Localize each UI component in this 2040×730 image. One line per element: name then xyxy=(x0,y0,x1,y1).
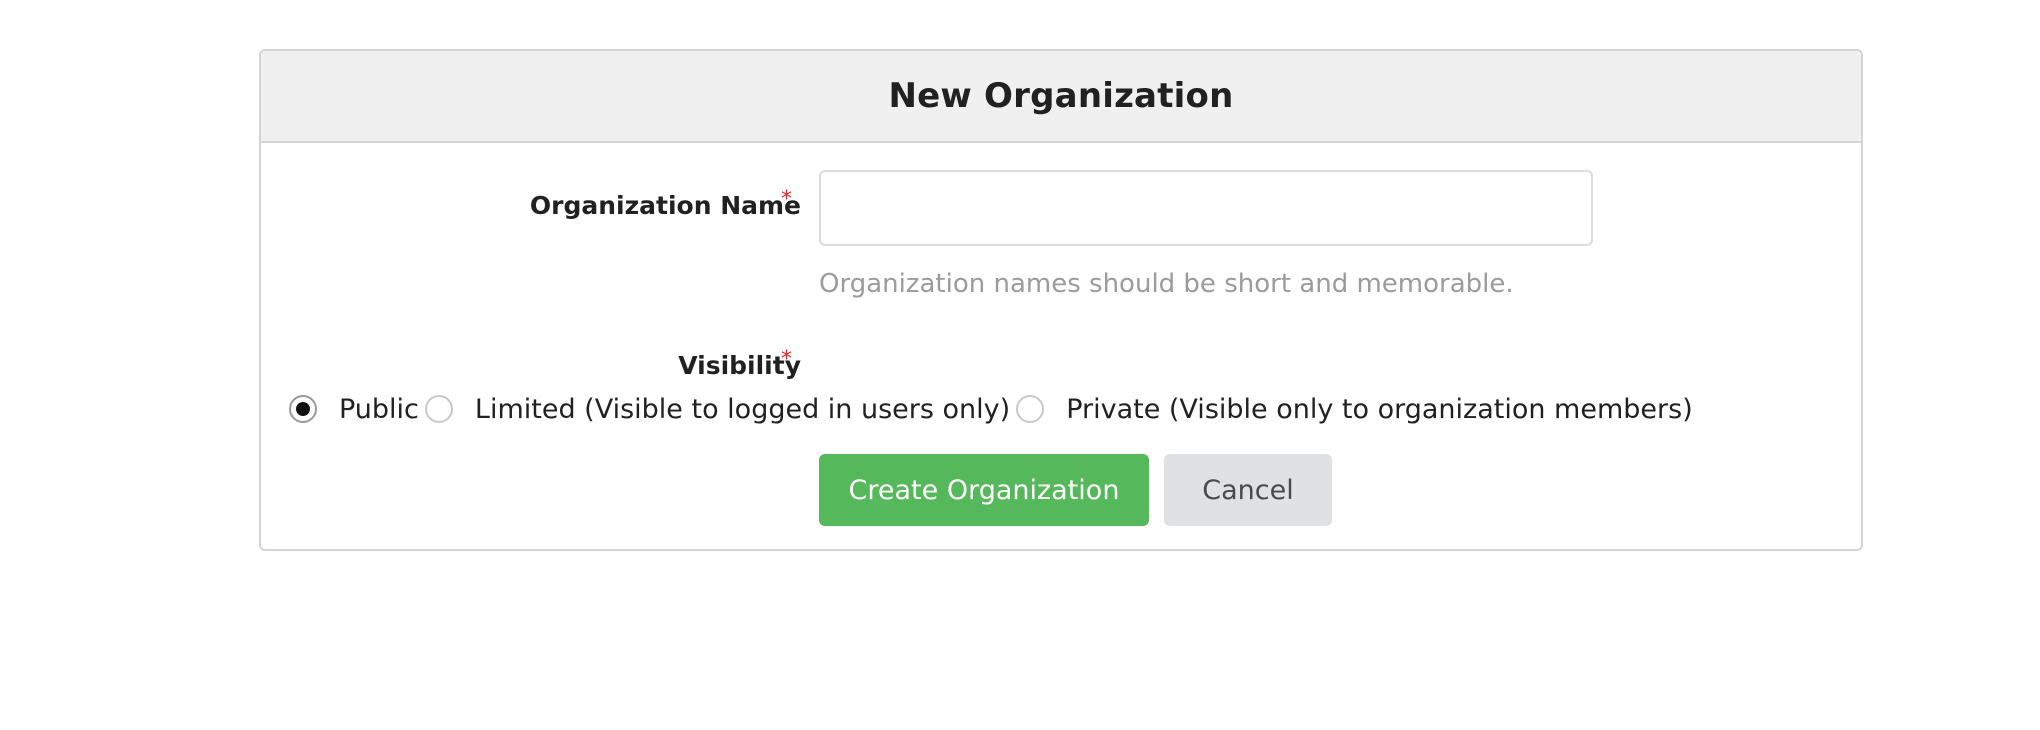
visibility-option-limited[interactable]: Limited (Visible to logged in users only… xyxy=(424,393,1011,425)
visibility-option-label: Private (Visible only to organization me… xyxy=(1066,393,1693,425)
visibility-required-mark: * xyxy=(781,347,792,372)
org-name-help-text: Organization names should be short and m… xyxy=(819,269,1514,299)
org-name-label: Organization Name xyxy=(529,191,801,220)
radio-dot xyxy=(296,402,310,416)
visibility-option-public[interactable]: Public xyxy=(289,394,419,425)
org-name-required-mark: * xyxy=(781,187,792,212)
new-organization-form: New Organization Organization Name * Org… xyxy=(259,49,1863,551)
visibility-option-private[interactable]: Private (Visible only to organization me… xyxy=(1016,394,1693,425)
radio-unchecked-icon[interactable] xyxy=(424,395,453,423)
visibility-option-label: Limited (Visible to logged in users only… xyxy=(474,393,1011,425)
form-header: New Organization xyxy=(261,51,1861,143)
cancel-button[interactable]: Cancel xyxy=(1164,454,1332,526)
org-name-input[interactable] xyxy=(819,170,1593,246)
create-organization-button[interactable]: Create Organization xyxy=(819,454,1149,526)
visibility-option-label: Public xyxy=(339,393,419,425)
radio-checked-icon[interactable] xyxy=(289,395,317,423)
visibility-radio-group: Public Limited (Visible to logged in use… xyxy=(289,389,1693,429)
radio-unchecked-icon[interactable] xyxy=(1016,395,1045,423)
form-title: New Organization xyxy=(888,76,1234,116)
